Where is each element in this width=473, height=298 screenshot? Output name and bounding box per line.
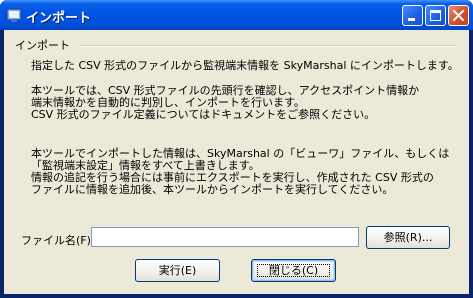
minimize-icon <box>408 18 415 21</box>
description-paragraph-2: 本ツールでは、CSV 形式ファイルの先頭行を確認し、アクセスポイント情報か 端末情… <box>31 85 419 121</box>
browse-button[interactable]: 参照(R)... <box>366 226 450 249</box>
description-line: ファイルに情報を追加後、本ツールからインポートを実行してください。 <box>31 183 394 196</box>
app-icon <box>6 8 22 22</box>
close-window-button[interactable] <box>448 5 469 26</box>
file-name-input[interactable] <box>91 227 359 247</box>
minimize-button[interactable] <box>402 5 423 26</box>
description-paragraph-1: 指定した CSV 形式のファイルから監視端末情報を SkyMarshal にイン… <box>31 60 459 72</box>
maximize-button[interactable] <box>425 5 446 26</box>
import-dialog-window: インポート インポート 指定した CSV 形式のファイルから監視端末情報を Sk… <box>0 0 473 298</box>
file-name-label: ファイル名(F): <box>21 234 95 247</box>
close-button[interactable]: 閉じる(C) <box>251 259 336 282</box>
group-label: インポート <box>15 39 70 52</box>
maximize-icon <box>430 10 441 21</box>
close-icon <box>452 9 465 22</box>
description-paragraph-3: 本ツールでインポートした情報は、SkyMarshal の「ビューワ」ファイル、も… <box>31 148 449 196</box>
description-line: 指定した CSV 形式のファイルから監視端末情報を SkyMarshal にイン… <box>31 59 459 72</box>
close-button-label: 閉じる(C) <box>268 264 319 277</box>
title-bar[interactable]: インポート <box>0 0 473 30</box>
window-title: インポート <box>26 11 92 26</box>
group-divider <box>79 45 457 47</box>
dialog-client-area: インポート 指定した CSV 形式のファイルから監視端末情報を SkyMarsh… <box>4 30 469 294</box>
description-line: CSV 形式のファイル定義についてはドキュメントをご参照ください。 <box>31 108 376 121</box>
window-bottom-frame <box>0 294 473 298</box>
run-button[interactable]: 実行(E) <box>135 259 220 282</box>
